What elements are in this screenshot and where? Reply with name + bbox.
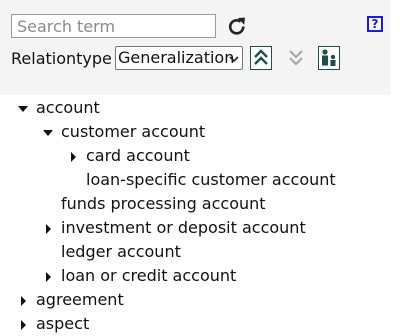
tree-node-label[interactable]: ledger account <box>61 240 181 264</box>
caret-right-icon[interactable] <box>43 272 53 282</box>
tree-node-label[interactable]: card account <box>86 144 190 168</box>
relationtype-select[interactable]: Generalization <box>115 46 243 70</box>
relationtype-value: Generalization <box>118 48 235 67</box>
people-icon[interactable] <box>318 46 340 70</box>
caret-right-icon[interactable] <box>18 320 28 330</box>
tree-node-label[interactable]: aspect <box>36 312 89 336</box>
double-chevron-down-icon[interactable] <box>285 46 307 70</box>
tree-node-label[interactable]: loan-specific customer account <box>86 168 336 192</box>
tree-node-label[interactable]: loan or credit account <box>61 264 236 288</box>
tree-node-label[interactable]: agreement <box>36 288 124 312</box>
toolbar: ? Relationtype Generalization <box>0 0 390 95</box>
tree-node-label[interactable]: investment or deposit account <box>61 216 306 240</box>
help-icon[interactable]: ? <box>367 16 383 32</box>
tree-node-label[interactable]: account <box>36 96 100 120</box>
caret-down-icon[interactable] <box>43 128 53 138</box>
caret-right-icon[interactable] <box>43 224 53 234</box>
tree-node-label[interactable]: customer account <box>61 120 205 144</box>
caret-down-icon[interactable] <box>18 104 28 114</box>
caret-right-icon[interactable] <box>68 152 78 162</box>
double-chevron-up-icon[interactable] <box>250 46 272 70</box>
relationtype-label: Relationtype <box>11 49 112 68</box>
refresh-icon[interactable] <box>226 16 248 38</box>
search-input[interactable] <box>11 14 216 38</box>
chevron-down-icon <box>229 56 239 63</box>
caret-right-icon[interactable] <box>18 296 28 306</box>
tree-node-label[interactable]: funds processing account <box>61 192 266 216</box>
